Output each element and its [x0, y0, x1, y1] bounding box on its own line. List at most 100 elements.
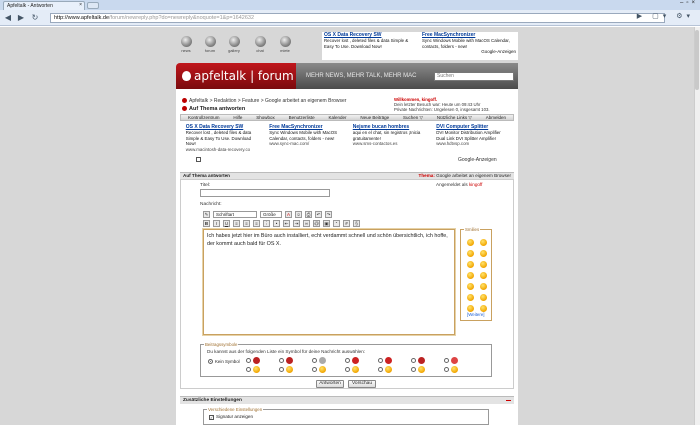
scrollbar-thumb[interactable] — [695, 30, 699, 90]
font-select[interactable]: Schriftart — [213, 210, 257, 218]
news-icon[interactable]: news — [177, 36, 195, 53]
title-input[interactable] — [200, 189, 330, 197]
smiley-icon[interactable] — [467, 294, 474, 301]
post-icon-radio[interactable] — [312, 367, 317, 372]
miete-icon[interactable]: miete — [276, 36, 294, 53]
ad-info-icon[interactable] — [196, 157, 201, 162]
italic-icon[interactable]: I — [213, 219, 220, 227]
post-icon-radio[interactable] — [378, 358, 383, 363]
ordered-list-icon[interactable]: ⋮ — [263, 219, 270, 227]
mid-ad-2[interactable]: Free MacSynchronizer Sync Windows Mobile … — [267, 124, 344, 154]
nav-kalender[interactable]: Kalender — [329, 115, 347, 120]
text-color-icon[interactable]: A — [285, 210, 292, 218]
post-icon-radio[interactable] — [279, 367, 284, 372]
post-icon-radio[interactable] — [279, 358, 284, 363]
nav-abmelden[interactable]: Abmelden — [486, 115, 506, 120]
signature-checkbox[interactable]: ✓ — [209, 415, 214, 420]
forum-icon[interactable]: forum — [201, 36, 219, 53]
smiley-icon[interactable] — [467, 305, 474, 312]
post-icon-radio[interactable] — [345, 367, 350, 372]
code-icon[interactable]: # — [343, 219, 350, 227]
image-icon[interactable]: ▣ — [323, 219, 330, 227]
top-ad-2[interactable]: Free MacSynchronizer Sync Windows Mobile … — [420, 32, 518, 60]
tab-close-icon[interactable]: × — [79, 2, 82, 9]
undo-icon[interactable]: ↶ — [315, 210, 322, 218]
switch-mode-icon[interactable]: ✎ — [203, 210, 210, 218]
smiley-icon[interactable] — [480, 239, 487, 246]
redo-icon[interactable]: ↷ — [325, 210, 332, 218]
nav-nuetzliche-links[interactable]: Nützliche Links ▽ — [437, 115, 472, 120]
chat-icon[interactable]: chat — [251, 36, 269, 53]
smiley-icon[interactable] — [467, 250, 474, 257]
nav-suchen[interactable]: Suchen ▽ — [403, 115, 423, 120]
smiley-icon[interactable] — [480, 250, 487, 257]
nav-showbox[interactable]: Showbox — [256, 115, 275, 120]
size-select[interactable]: Größe — [260, 210, 282, 218]
post-icon-radio[interactable] — [345, 358, 350, 363]
site-logo[interactable]: apfeltalk | forum — [176, 63, 296, 89]
back-icon[interactable]: ◀ — [3, 13, 13, 23]
gallery-icon[interactable]: gallery — [225, 36, 243, 53]
post-icon-radio[interactable] — [312, 358, 317, 363]
signature-option[interactable]: ✓ Signatur anzeigen — [209, 414, 253, 420]
smiley-icon[interactable] — [480, 305, 487, 312]
post-icon-radio[interactable] — [378, 367, 383, 372]
nav-neue-beitraege[interactable]: Neue Beiträge — [360, 115, 389, 120]
post-icon-radio[interactable] — [411, 358, 416, 363]
post-icon-radio[interactable] — [444, 367, 449, 372]
indent-icon[interactable]: ⇥ — [293, 219, 300, 227]
email-link-icon[interactable]: @ — [313, 219, 320, 227]
smiley-icon[interactable] — [480, 283, 487, 290]
smiley-icon[interactable] — [480, 272, 487, 279]
smiley-icon[interactable] — [467, 261, 474, 268]
submit-button[interactable]: Antworten — [316, 380, 344, 388]
window-controls[interactable]: –▫× — [680, 0, 698, 6]
smiley-icon[interactable] — [467, 283, 474, 290]
underline-icon[interactable]: U — [223, 219, 230, 227]
align-center-icon[interactable]: ≡ — [243, 219, 250, 227]
message-editor[interactable]: Ich habes jetzt hier im Büro auch instal… — [202, 228, 456, 336]
thread-link[interactable]: Google arbeitet an eigenem Browser — [436, 173, 511, 178]
top-ad-1[interactable]: OS X Data Recovery SW Recover lost , dele… — [322, 32, 420, 60]
quote-icon[interactable]: “ — [333, 219, 340, 227]
nav-kontrollzentrum[interactable]: Kontrollzentrum — [188, 115, 220, 120]
mid-ad-3[interactable]: Nejsme bucan hombres aqui en el chat, sin… — [350, 124, 427, 154]
post-icon-radio[interactable] — [444, 358, 449, 363]
smiley-icon[interactable] — [467, 239, 474, 246]
smiley-icon[interactable] — [480, 261, 487, 268]
link-icon[interactable]: ∞ — [303, 219, 310, 227]
breadcrumb[interactable]: Apfeltalk > Redaktion > Feature > Google… — [182, 98, 346, 104]
mid-ad-1[interactable]: OS X Data Recovery SW Recover lost , dele… — [183, 124, 260, 154]
reload-icon[interactable]: ↻ — [30, 13, 40, 23]
preview-button[interactable]: Vorschau — [348, 380, 376, 388]
bullet-list-icon[interactable]: • — [273, 219, 280, 227]
post-icon-radio[interactable] — [246, 367, 251, 372]
align-left-icon[interactable]: ≡ — [233, 219, 240, 227]
nav-hilfe[interactable]: Hilfe — [233, 115, 242, 120]
browser-menu-icons[interactable]: ▶ ▢▾ ⚙▾ — [637, 12, 694, 20]
google-ads-label[interactable]: Google-Anzeigen — [422, 49, 516, 54]
attachment-icon[interactable]: ⎙ — [305, 210, 312, 218]
private-messages-link[interactable]: Private Nachrichten: Ungelesen 0, insges… — [394, 107, 516, 112]
mid-ad-4[interactable]: DVI Computer Splitter DVI Monitor Distrib… — [434, 124, 511, 154]
more-smilies-link[interactable]: [Weitere] — [467, 312, 485, 317]
post-icon-radio[interactable] — [411, 367, 416, 372]
outdent-icon[interactable]: ⇤ — [283, 219, 290, 227]
smiley-insert-icon[interactable]: ☺ — [295, 210, 302, 218]
nav-benutzerliste[interactable]: Benutzerliste — [289, 115, 315, 120]
new-tab-button[interactable] — [87, 2, 99, 9]
search-input[interactable]: Suchen — [434, 72, 514, 81]
post-icon-radio-none[interactable] — [208, 359, 213, 364]
align-right-icon[interactable]: ≡ — [253, 219, 260, 227]
collapse-icon[interactable] — [506, 400, 511, 401]
smiley-icon[interactable] — [480, 294, 487, 301]
post-icon-radio[interactable] — [246, 358, 251, 363]
logged-in-user-link[interactable]: kingoff — [469, 182, 482, 187]
smiley-icon[interactable] — [467, 272, 474, 279]
google-ads-label-2[interactable]: Google-Anzeigen — [458, 157, 497, 163]
address-bar[interactable]: http://www.apfeltalk.de/forum/newreply.p… — [50, 13, 665, 23]
forward-icon[interactable]: ▶ — [16, 13, 26, 23]
php-icon[interactable]: § — [353, 219, 360, 227]
bold-icon[interactable]: B — [203, 219, 210, 227]
browser-tab[interactable]: Apfeltalk - Antworten × — [3, 1, 85, 10]
